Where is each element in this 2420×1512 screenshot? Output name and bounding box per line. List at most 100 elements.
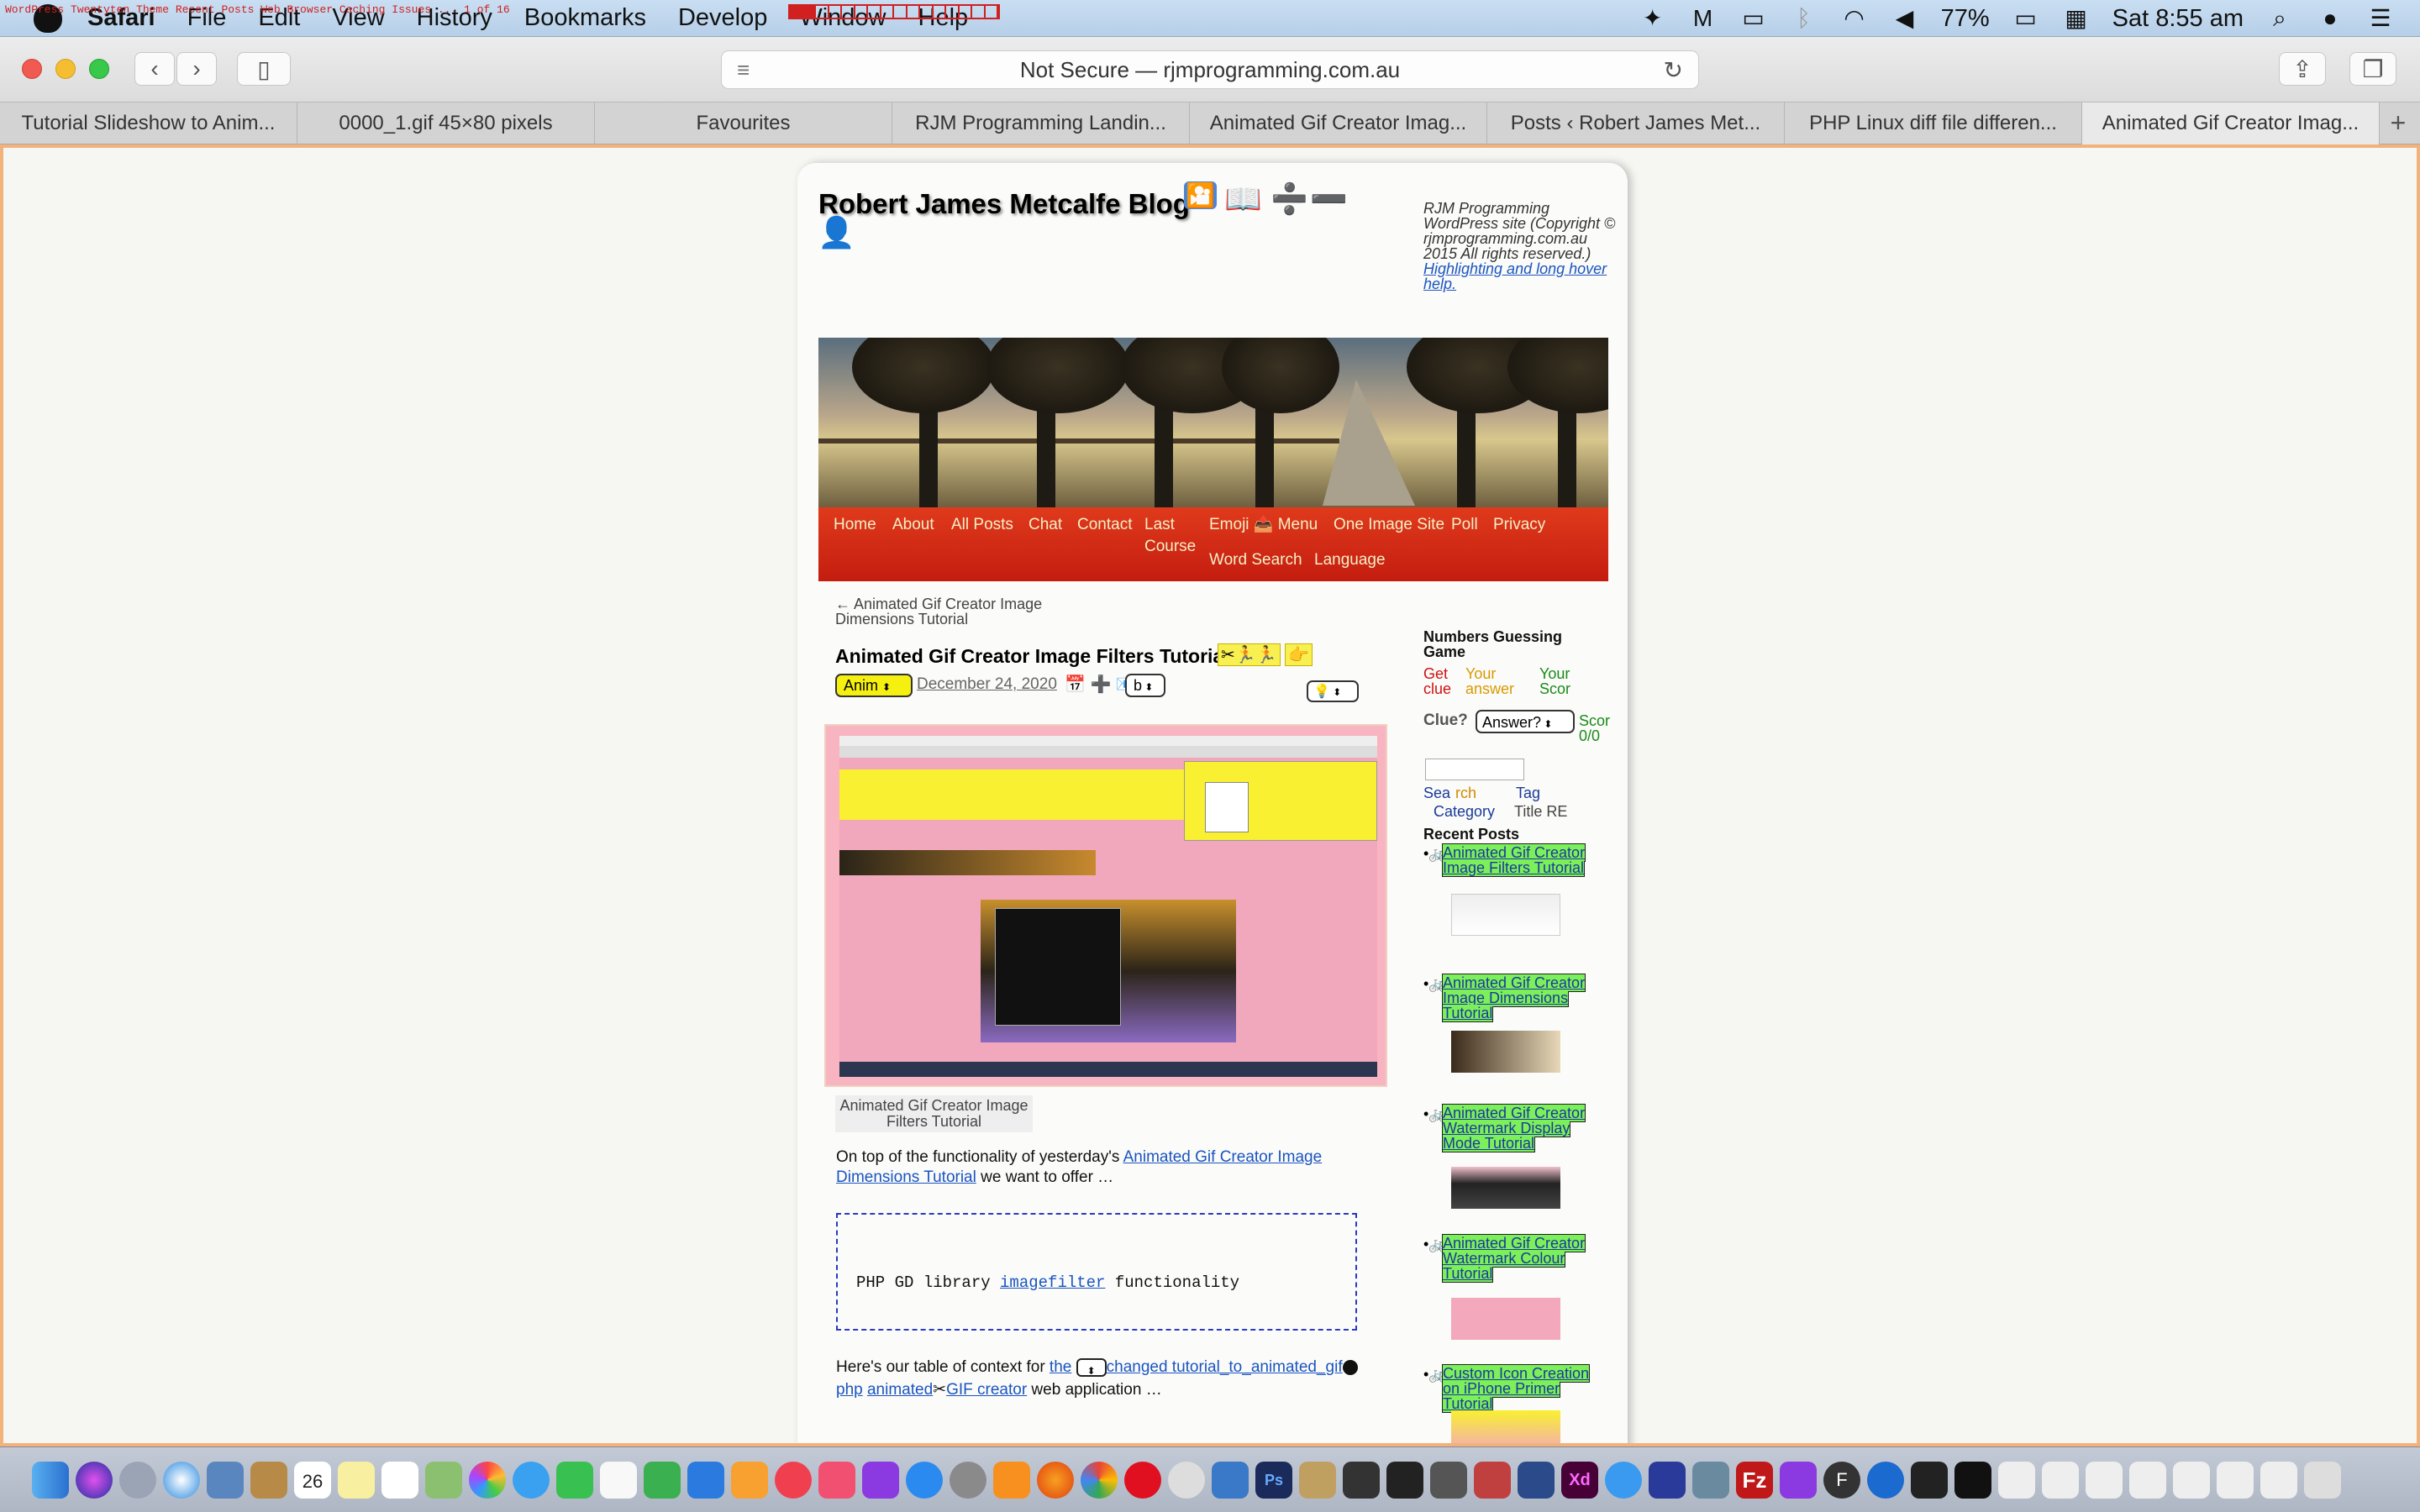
app-icon-f[interactable]: F xyxy=(1823,1461,1860,1499)
tab-6[interactable]: Posts ‹ Robert James Met... xyxy=(1487,102,1785,144)
post-date-link[interactable]: December 24, 2020 xyxy=(917,675,1057,694)
post-title[interactable]: Animated Gif Creator Image Filters Tutor… xyxy=(835,645,1229,668)
app-icon-slate[interactable] xyxy=(1692,1461,1729,1499)
volume-icon[interactable]: ◀ xyxy=(1891,7,1919,30)
divide-icon[interactable]: ➗ xyxy=(1270,181,1308,217)
reminders-icon[interactable] xyxy=(381,1461,418,1499)
context-link-php[interactable]: php xyxy=(836,1381,863,1399)
numbers-icon[interactable] xyxy=(644,1461,681,1499)
app-icon-dark[interactable] xyxy=(1343,1461,1380,1499)
recent-post-thumb-2[interactable] xyxy=(1451,1031,1560,1073)
recent-post-link-1[interactable]: Animated Gif Creator Image Filters Tutor… xyxy=(1441,843,1592,877)
context-link-animated[interactable]: animated xyxy=(867,1381,933,1399)
app-icon-blue[interactable] xyxy=(1212,1461,1249,1499)
inline-select[interactable]: ⬍ xyxy=(1076,1357,1107,1377)
nav-one-image-site[interactable]: One Image Site xyxy=(1334,514,1444,536)
app-icon-cyan[interactable] xyxy=(1605,1461,1642,1499)
calendar-menu-icon[interactable]: ▦ xyxy=(2062,7,2091,30)
app-icon-gold[interactable] xyxy=(1299,1461,1336,1499)
book-icon[interactable]: 📖 xyxy=(1224,181,1262,217)
imagefilter-link[interactable]: imagefilter xyxy=(1000,1273,1105,1292)
calendar-dock-icon[interactable]: 26 xyxy=(294,1461,331,1499)
menu-bookmarks[interactable]: Bookmarks xyxy=(524,4,646,32)
nav-poll[interactable]: Poll xyxy=(1451,514,1478,536)
search-tag[interactable]: Tag xyxy=(1516,785,1540,801)
adobe-xd-icon[interactable]: Xd xyxy=(1561,1461,1598,1499)
wifi-icon[interactable]: ◠ xyxy=(1840,7,1869,30)
nav-privacy[interactable]: Privacy xyxy=(1493,514,1545,536)
nav-chat[interactable]: Chat xyxy=(1028,514,1062,536)
document-thumb-icon[interactable] xyxy=(2173,1461,2210,1499)
opera-icon[interactable] xyxy=(1124,1461,1161,1499)
close-window-icon[interactable] xyxy=(22,59,42,79)
extension-icon[interactable]: ✦ xyxy=(1639,7,1667,30)
photoshop-icon[interactable]: Ps xyxy=(1255,1461,1292,1499)
search-sea[interactable]: Sea xyxy=(1423,785,1450,801)
tab-5[interactable]: Animated Gif Creator Imag... xyxy=(1190,102,1487,144)
context-link-changed[interactable]: changed tutorial_to_animated_gif xyxy=(1107,1358,1343,1376)
stickies-icon[interactable] xyxy=(338,1461,375,1499)
keynote-icon[interactable] xyxy=(687,1461,724,1499)
forward-button[interactable]: › xyxy=(176,52,217,86)
nav-emoji-menu[interactable]: Emoji 📤 Menu xyxy=(1209,514,1318,536)
address-bar[interactable]: ≡ Not Secure — rjmprogramming.com.au ↻ xyxy=(721,50,1699,89)
recent-post-link-3[interactable]: Animated Gif Creator Watermark Display M… xyxy=(1441,1104,1592,1152)
podcasts-icon[interactable] xyxy=(862,1461,899,1499)
recent-post-link-5[interactable]: Custom Icon Creation on iPhone Primer Tu… xyxy=(1441,1364,1592,1413)
reader-icon[interactable]: ≡ xyxy=(737,57,750,83)
recent-post-thumb-5[interactable] xyxy=(1451,1410,1560,1443)
facetime-icon[interactable] xyxy=(556,1461,593,1499)
sequel-icon[interactable] xyxy=(1168,1461,1205,1499)
document-thumb-icon[interactable] xyxy=(2260,1461,2297,1499)
app-store-icon[interactable] xyxy=(906,1461,943,1499)
launchpad-icon[interactable] xyxy=(119,1461,156,1499)
recent-post-thumb-3[interactable] xyxy=(1451,1167,1560,1209)
textedit-icon[interactable] xyxy=(600,1461,637,1499)
app-icon-purple[interactable] xyxy=(1780,1461,1817,1499)
trash-icon[interactable] xyxy=(2304,1461,2341,1499)
finder-icon[interactable] xyxy=(32,1461,69,1499)
tab-4[interactable]: RJM Programming Landin... xyxy=(892,102,1190,144)
search-category[interactable]: Category xyxy=(1434,804,1495,819)
document-thumb-icon[interactable] xyxy=(1998,1461,2035,1499)
photos-icon[interactable] xyxy=(469,1461,506,1499)
battery-icon[interactable]: ▭ xyxy=(2012,7,2040,30)
tools-emoji-icon[interactable]: ✂🏃🏃 xyxy=(1218,643,1281,666)
bluetooth-icon[interactable]: ᛒ xyxy=(1790,7,1818,30)
tab-overview-button[interactable]: ❐ xyxy=(2349,52,2396,86)
pages-icon[interactable] xyxy=(731,1461,768,1499)
spotlight-search-icon[interactable]: ⌕ xyxy=(2265,7,2294,30)
airplay-icon[interactable]: ▭ xyxy=(1739,7,1768,30)
back-button[interactable]: ‹ xyxy=(134,52,175,86)
menu-develop[interactable]: Develop xyxy=(678,4,767,32)
context-link-the[interactable]: the xyxy=(1050,1358,1071,1376)
tab-7[interactable]: PHP Linux diff file differen... xyxy=(1785,102,2082,144)
terminal-icon[interactable] xyxy=(1386,1461,1423,1499)
app-icon-indigo[interactable] xyxy=(1649,1461,1686,1499)
b-select[interactable]: b ⬍ xyxy=(1125,674,1165,697)
chrome-icon[interactable] xyxy=(1081,1461,1118,1499)
document-thumb-icon[interactable] xyxy=(2129,1461,2166,1499)
post-screenshot-image[interactable] xyxy=(824,724,1387,1087)
category-select[interactable]: Anim ⬍ xyxy=(835,674,913,697)
video-icon[interactable]: 🎦 xyxy=(1184,181,1217,209)
app-icon-grey[interactable] xyxy=(1430,1461,1467,1499)
nav-contact[interactable]: Contact xyxy=(1077,514,1132,536)
menubar-clock[interactable]: Sat 8:55 am xyxy=(2112,5,2244,33)
highlighting-help-link[interactable]: Highlighting and long hover help. xyxy=(1423,260,1607,292)
search-title-re[interactable]: Title RE xyxy=(1514,804,1567,819)
recent-post-link-2[interactable]: Animated Gif Creator Image Dimensions Tu… xyxy=(1441,974,1592,1022)
amazon-icon[interactable] xyxy=(993,1461,1030,1499)
app-icon-navy[interactable] xyxy=(1518,1461,1555,1499)
safari-dock-icon[interactable] xyxy=(163,1461,200,1499)
recent-post-thumb-4[interactable] xyxy=(1451,1298,1560,1340)
maps-icon[interactable] xyxy=(425,1461,462,1499)
music-icon[interactable] xyxy=(818,1461,855,1499)
nav-word-search[interactable]: Word Search xyxy=(1209,549,1302,571)
malwarebytes-icon[interactable]: M xyxy=(1689,7,1718,30)
minus-icon[interactable]: ➖ xyxy=(1310,181,1348,217)
nav-last-course[interactable]: Last Course xyxy=(1144,514,1198,558)
minimize-window-icon[interactable] xyxy=(55,59,76,79)
preview-icon[interactable] xyxy=(207,1461,244,1499)
sidebar-toggle-button[interactable]: ▯ xyxy=(237,52,291,86)
